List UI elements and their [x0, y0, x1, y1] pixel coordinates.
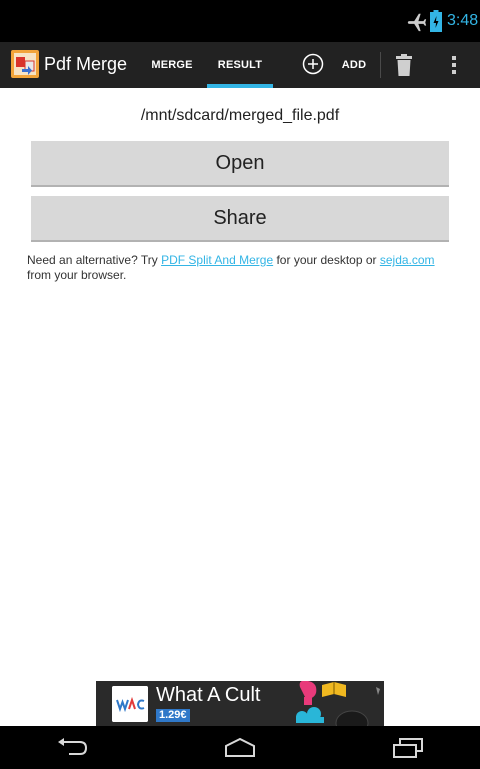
sejda-link[interactable]: sejda.com	[380, 253, 435, 267]
tab-result-label: RESULT	[217, 59, 263, 71]
open-button-label: Open	[215, 151, 265, 174]
action-divider	[380, 52, 381, 78]
tab-result[interactable]: RESULT	[207, 42, 273, 88]
app-title: Pdf Merge	[44, 54, 128, 74]
clock: 3:48	[447, 12, 479, 29]
ad-logo-icon	[112, 686, 148, 722]
share-button[interactable]: Share	[31, 196, 449, 242]
add-button[interactable]: ADD	[334, 42, 374, 88]
selected-tab-indicator	[207, 84, 273, 88]
share-button-label: Share	[213, 206, 267, 229]
ad-title: What A Cult	[156, 684, 261, 706]
pdfsam-link[interactable]: PDF Split And Merge	[161, 253, 273, 267]
recents-icon[interactable]	[391, 737, 425, 759]
info-prefix: Need an alternative? Try	[27, 253, 162, 267]
alternative-info: Need an alternative? Try PDF Split And M…	[27, 253, 447, 283]
add-button-label: ADD	[341, 59, 367, 71]
open-button[interactable]: Open	[31, 141, 449, 187]
add-circle-icon[interactable]	[302, 53, 324, 75]
overflow-menu-icon[interactable]	[446, 53, 462, 77]
airplane-icon	[407, 13, 427, 32]
tab-merge-label: MERGE	[151, 59, 193, 71]
back-icon[interactable]	[55, 737, 89, 759]
ad-artwork-icon	[296, 681, 380, 726]
file-path: /mnt/sdcard/merged_file.pdf	[140, 107, 340, 124]
ad-banner[interactable]: What A Cult 1.29€	[96, 681, 384, 726]
tab-merge[interactable]: MERGE	[140, 42, 204, 88]
info-middle: for your desktop or	[273, 253, 380, 267]
action-bar: Pdf Merge MERGE RESULT ADD	[0, 42, 480, 88]
home-icon[interactable]	[223, 737, 257, 759]
battery-icon	[430, 10, 442, 32]
status-bar: 3:48	[0, 0, 480, 42]
trash-icon[interactable]	[394, 52, 414, 78]
ad-price-badge: 1.29€	[156, 709, 190, 722]
navigation-bar	[0, 726, 480, 769]
info-suffix: from your browser.	[27, 268, 127, 282]
app-icon[interactable]	[10, 48, 40, 80]
